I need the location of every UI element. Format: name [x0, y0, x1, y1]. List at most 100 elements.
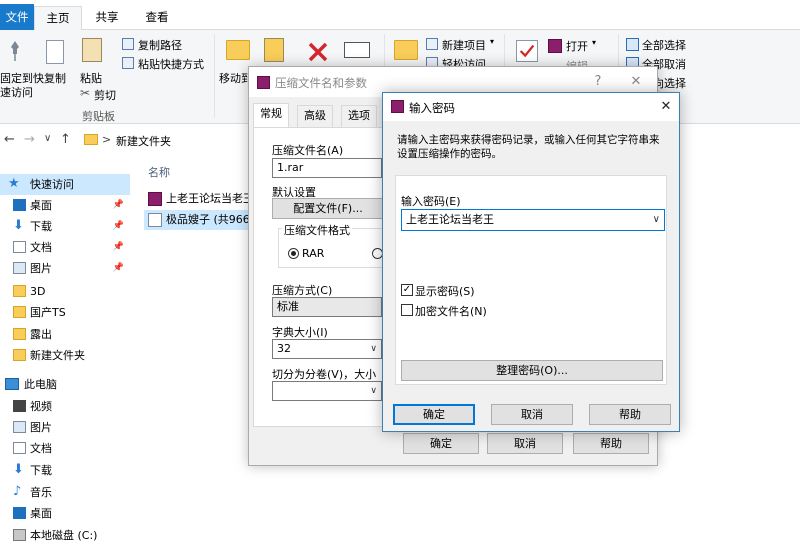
archive-help-button[interactable]: 帮助 — [573, 433, 649, 454]
file-icon — [148, 213, 162, 227]
nav-label: 视频 — [30, 400, 52, 413]
archive-ok-button[interactable]: 确定 — [403, 433, 479, 454]
picture-icon — [13, 421, 26, 433]
new-folder-icon[interactable] — [394, 40, 418, 60]
nav-item-documents[interactable]: 文档 📌 — [0, 237, 130, 258]
tab-general[interactable]: 常规 — [253, 103, 289, 128]
nav-quick-access[interactable]: ★ 快速访问 — [0, 174, 130, 195]
new-item-button[interactable]: 新建项目 — [442, 37, 486, 53]
paste-shortcut-button[interactable]: 粘贴快捷方式 — [138, 56, 204, 72]
folder-icon — [13, 285, 26, 297]
delete-icon[interactable] — [306, 40, 330, 64]
breadcrumb-current[interactable]: 新建文件夹 — [116, 133, 171, 149]
nav-item-folder[interactable]: 国产TS — [0, 302, 130, 323]
open-dropdown-icon[interactable]: ▾ — [592, 38, 596, 47]
nav-item-pc-documents[interactable]: 文档 — [0, 438, 130, 459]
nav-item-pictures[interactable]: 图片 📌 — [0, 258, 130, 279]
address-folder-icon — [84, 134, 98, 145]
open-button[interactable]: 打开 — [566, 38, 588, 54]
tab-home[interactable]: 主页 — [34, 6, 82, 31]
tab-view[interactable]: 查看 — [140, 6, 174, 30]
password-help-button[interactable]: 帮助 — [589, 404, 671, 425]
move-to-icon[interactable] — [226, 40, 250, 60]
pin-quick-access-label-2[interactable]: 速访问 — [0, 84, 33, 100]
nav-item-3d[interactable]: 3D — [0, 281, 130, 302]
close-icon[interactable]: ✕ — [655, 96, 677, 118]
rename-icon[interactable] — [344, 42, 370, 58]
dictionary-size-select[interactable]: 32 ∨ — [272, 339, 382, 359]
clipboard-group-label: 剪贴板 — [82, 110, 115, 123]
copy-to-icon[interactable] — [264, 38, 284, 62]
desktop-icon — [13, 507, 26, 519]
show-password-label: 显示密码(S) — [415, 285, 475, 298]
nav-item-pc-pictures[interactable]: 图片 — [0, 417, 130, 438]
password-input[interactable]: 上老王论坛当老王 ∨ — [401, 209, 665, 231]
password-dialog-titlebar[interactable]: 输入密码 ✕ — [383, 93, 679, 121]
profiles-button[interactable]: 配置文件(F)... — [272, 198, 384, 219]
nav-item-pc-desktop[interactable]: 桌面 — [0, 503, 130, 524]
back-arrow-icon[interactable]: ← — [4, 132, 15, 147]
nav-item-desktop[interactable]: 桌面 📌 — [0, 195, 130, 216]
copy-button[interactable]: 复制 — [44, 70, 66, 86]
chevron-down-icon[interactable]: ∨ — [653, 210, 660, 230]
file-row[interactable]: 极品嫂子 (共9663 — [144, 210, 264, 230]
nav-item-music[interactable]: ♪ 音乐 — [0, 482, 130, 503]
pin-icon: 📌 — [112, 263, 124, 273]
encrypt-names-checkbox[interactable] — [401, 304, 413, 316]
new-item-dropdown-icon[interactable]: ▾ — [490, 37, 494, 46]
nav-item-local-disk[interactable]: 本地磁盘 (C:) — [0, 525, 130, 543]
select-all-button[interactable]: 全部选择 — [642, 37, 686, 53]
nav-label: 下载 — [30, 220, 52, 233]
split-volumes-select[interactable]: ∨ — [272, 381, 382, 401]
forward-arrow-icon[interactable]: → — [24, 132, 35, 147]
close-icon[interactable]: ✕ — [625, 71, 647, 93]
document-icon — [13, 442, 26, 454]
paste-icon[interactable] — [82, 38, 102, 62]
up-arrow-icon[interactable]: ↑ — [60, 132, 71, 147]
encrypt-names-label: 加密文件名(N) — [415, 305, 487, 318]
pin-icon[interactable] — [6, 40, 24, 62]
pin-icon: 📌 — [112, 221, 124, 231]
archive-cancel-button[interactable]: 取消 — [487, 433, 563, 454]
method-select[interactable]: 标准 — [272, 297, 382, 317]
folder-icon — [13, 328, 26, 340]
cut-button[interactable]: 剪切 — [94, 87, 116, 103]
copy-icon[interactable] — [46, 40, 64, 64]
tab-advanced[interactable]: 高级 — [297, 105, 333, 127]
nav-item-new-folder[interactable]: 新建文件夹 — [0, 345, 130, 366]
archive-name-input[interactable]: 1.rar — [272, 158, 382, 178]
document-icon — [13, 241, 26, 253]
password-dialog-title: 输入密码 — [409, 101, 455, 115]
tab-file[interactable]: 文件 — [0, 4, 34, 30]
copy-path-icon — [122, 38, 134, 50]
paste-button[interactable]: 粘贴 — [80, 70, 102, 86]
nav-item-folder[interactable]: 露出 — [0, 324, 130, 345]
recent-locations-icon[interactable]: ∨ — [44, 133, 51, 144]
organize-passwords-button[interactable]: 整理密码(O)... — [401, 360, 663, 381]
nav-label: 图片 — [30, 262, 52, 275]
scissors-icon: ✂ — [80, 86, 91, 100]
password-cancel-button[interactable]: 取消 — [491, 404, 573, 425]
copy-path-button[interactable]: 复制路径 — [138, 37, 182, 53]
chevron-down-icon: ∨ — [370, 344, 377, 354]
show-password-checkbox[interactable]: ✓ — [401, 284, 413, 296]
picture-icon — [13, 262, 26, 274]
split-volumes-label: 切分为分卷(V)，大小 — [272, 368, 377, 381]
password-ok-button[interactable]: 确定 — [393, 404, 475, 425]
nav-item-videos[interactable]: 视频 — [0, 396, 130, 417]
help-icon[interactable]: ? — [587, 71, 609, 93]
format-rar-radio[interactable] — [288, 248, 299, 259]
nav-item-pc-downloads[interactable]: ⬇ 下载 — [0, 460, 130, 481]
file-name: 极品嫂子 (共9663 — [166, 213, 257, 226]
nav-item-downloads[interactable]: ⬇ 下载 📌 — [0, 216, 130, 237]
tab-share[interactable]: 共享 — [90, 6, 124, 30]
properties-icon[interactable] — [516, 40, 538, 62]
column-header-name[interactable]: 名称 — [148, 164, 170, 180]
file-name: 上老王论坛当老王 — [166, 192, 254, 205]
file-row[interactable]: 上老王论坛当老王 — [144, 189, 264, 209]
tab-options[interactable]: 选项 — [341, 105, 377, 127]
pin-icon: 📌 — [112, 200, 124, 210]
archive-name-label: 压缩文件名(A) — [272, 144, 344, 157]
nav-this-pc[interactable]: 此电脑 — [0, 374, 130, 395]
nav-label: 音乐 — [30, 486, 52, 499]
